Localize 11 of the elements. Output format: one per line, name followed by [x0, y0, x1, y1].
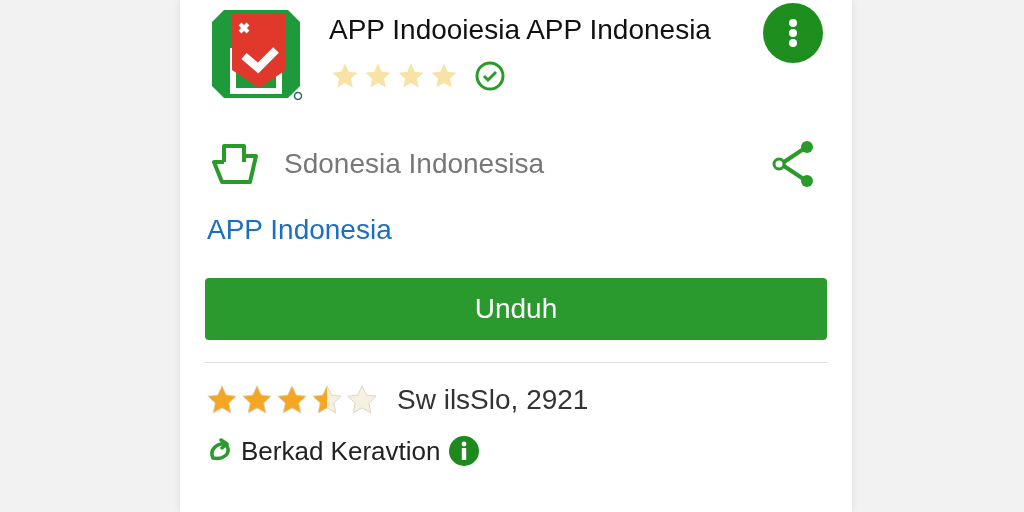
developer-name: Sdonesia Indonesisa: [284, 148, 545, 180]
rating-text: Sw ilsSlo, 2921: [397, 384, 589, 416]
more-menu-button[interactable]: [763, 3, 823, 63]
download-button[interactable]: Unduh: [205, 278, 827, 340]
share-icon[interactable]: [771, 140, 815, 188]
more-vertical-icon: [788, 18, 798, 48]
feature-text: Berkad Keravtion: [241, 435, 441, 467]
app-title: APP Indooiesia APP Indonesia: [329, 14, 712, 46]
app-logo-icon: [210, 8, 302, 100]
info-icon[interactable]: [448, 435, 481, 467]
app-link[interactable]: APP Indonesia: [205, 214, 392, 246]
